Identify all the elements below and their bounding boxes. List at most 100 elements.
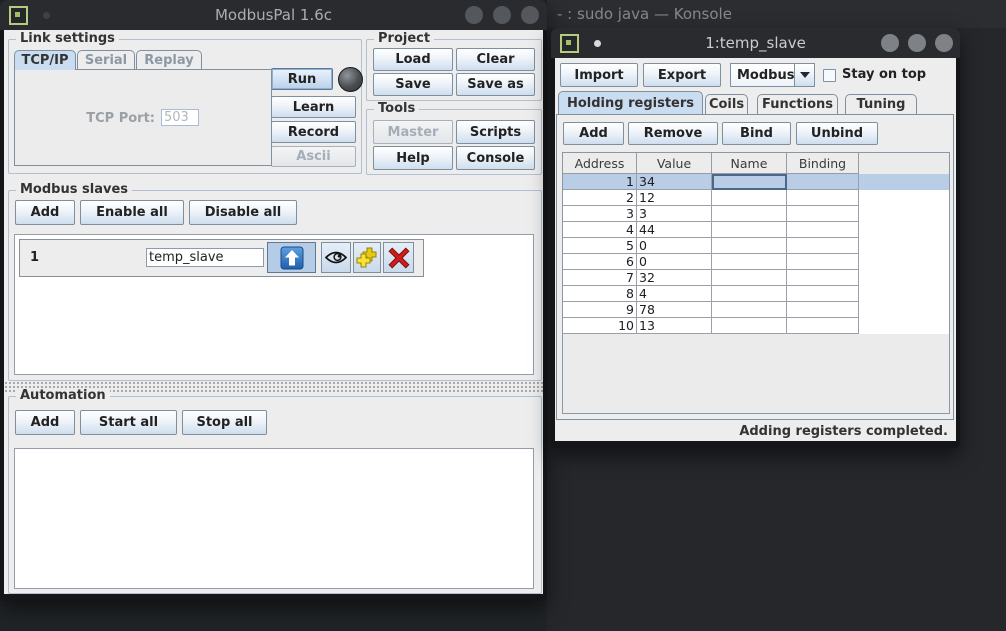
slave-delete-button[interactable] <box>383 242 414 273</box>
protocol-combobox[interactable]: Modbus <box>730 63 815 87</box>
table-row[interactable]: 732 <box>563 270 949 286</box>
col-header-value[interactable]: Value <box>637 153 712 174</box>
tab-coils[interactable]: Coils <box>705 94 748 114</box>
cell-name[interactable] <box>712 222 787 238</box>
table-row[interactable]: 84 <box>563 286 949 302</box>
window-menu-icon[interactable] <box>560 34 579 53</box>
cell-value[interactable]: 13 <box>637 318 712 334</box>
table-row[interactable]: 50 <box>563 238 949 254</box>
start-all-button[interactable]: Start all <box>80 410 177 435</box>
master-button[interactable]: Master <box>373 120 453 144</box>
tab-holding-registers[interactable]: Holding registers <box>558 91 703 114</box>
cell-value[interactable]: 78 <box>637 302 712 318</box>
cell-name[interactable] <box>712 286 787 302</box>
cell-value[interactable]: 0 <box>637 238 712 254</box>
cell-binding[interactable] <box>787 254 859 270</box>
minimize-button[interactable] <box>465 6 483 24</box>
register-bind-button[interactable]: Bind <box>722 122 791 145</box>
save-as-button[interactable]: Save as <box>456 73 535 96</box>
console-button[interactable]: Console <box>456 146 535 170</box>
cell-address[interactable]: 7 <box>563 270 637 286</box>
cell-name[interactable] <box>712 190 787 206</box>
learn-button[interactable]: Learn <box>271 96 356 118</box>
tab-functions[interactable]: Functions <box>757 94 838 114</box>
slave-name-input[interactable]: temp_slave <box>146 248 264 267</box>
close-button[interactable] <box>935 34 953 52</box>
modbuspal-titlebar[interactable]: ModbusPal 1.6c <box>0 0 547 30</box>
tcp-port-input[interactable]: 503 <box>161 109 199 126</box>
slave-row[interactable]: 1 temp_slave <box>19 239 424 277</box>
ascii-button[interactable]: Ascii <box>271 146 356 167</box>
register-unbind-button[interactable]: Unbind <box>796 122 878 145</box>
cell-binding[interactable] <box>787 222 859 238</box>
maximize-button[interactable] <box>908 34 926 52</box>
konsole-titlebar[interactable]: - : sudo java — Konsole <box>547 0 1006 28</box>
cell-name[interactable] <box>712 318 787 334</box>
stay-on-top-checkbox[interactable] <box>823 69 836 82</box>
cell-name[interactable] <box>712 254 787 270</box>
table-row[interactable]: 212 <box>563 190 949 206</box>
cell-name[interactable] <box>712 270 787 286</box>
tab-tuning[interactable]: Tuning <box>845 94 917 114</box>
table-row[interactable]: 134 <box>563 174 949 190</box>
tab-replay[interactable]: Replay <box>136 50 202 69</box>
run-button[interactable]: Run <box>271 68 333 90</box>
minimize-button[interactable] <box>881 34 899 52</box>
combobox-arrow-button[interactable] <box>794 64 814 86</box>
cell-name[interactable] <box>712 174 787 190</box>
cell-binding[interactable] <box>787 286 859 302</box>
enable-all-button[interactable]: Enable all <box>80 200 184 225</box>
clear-button[interactable]: Clear <box>456 48 535 71</box>
cell-name[interactable] <box>712 302 787 318</box>
disable-all-button[interactable]: Disable all <box>189 200 297 225</box>
table-row[interactable]: 1013 <box>563 318 949 334</box>
cell-address[interactable]: 9 <box>563 302 637 318</box>
export-button[interactable]: Export <box>643 63 721 87</box>
cell-value[interactable]: 3 <box>637 206 712 222</box>
scripts-button[interactable]: Scripts <box>456 120 535 144</box>
cell-address[interactable]: 4 <box>563 222 637 238</box>
table-row[interactable]: 444 <box>563 222 949 238</box>
table-row[interactable]: 33 <box>563 206 949 222</box>
col-header-address[interactable]: Address <box>563 153 637 174</box>
cell-name[interactable] <box>712 206 787 222</box>
tab-serial[interactable]: Serial <box>77 50 135 69</box>
cell-address[interactable]: 10 <box>563 318 637 334</box>
table-row[interactable]: 60 <box>563 254 949 270</box>
load-button[interactable]: Load <box>373 48 453 71</box>
import-button[interactable]: Import <box>560 63 638 87</box>
slave-editor-titlebar[interactable]: 1:temp_slave <box>551 28 960 58</box>
cell-address[interactable]: 3 <box>563 206 637 222</box>
tab-tcpip[interactable]: TCP/IP <box>14 50 76 70</box>
cell-value[interactable]: 34 <box>637 174 712 190</box>
slave-duplicate-button[interactable] <box>353 242 381 273</box>
col-header-binding[interactable]: Binding <box>787 153 859 174</box>
col-header-name[interactable]: Name <box>712 153 787 174</box>
cell-binding[interactable] <box>787 206 859 222</box>
record-button[interactable]: Record <box>271 121 356 143</box>
cell-address[interactable]: 2 <box>563 190 637 206</box>
cell-value[interactable]: 44 <box>637 222 712 238</box>
cell-value[interactable]: 32 <box>637 270 712 286</box>
cell-value[interactable]: 4 <box>637 286 712 302</box>
cell-value[interactable]: 0 <box>637 254 712 270</box>
cell-binding[interactable] <box>787 318 859 334</box>
cell-address[interactable]: 1 <box>563 174 637 190</box>
cell-binding[interactable] <box>787 174 859 190</box>
cell-binding[interactable] <box>787 270 859 286</box>
cell-binding[interactable] <box>787 190 859 206</box>
register-remove-button[interactable]: Remove <box>628 122 718 145</box>
maximize-button[interactable] <box>493 6 511 24</box>
close-button[interactable] <box>521 6 539 24</box>
table-row[interactable]: 978 <box>563 302 949 318</box>
cell-binding[interactable] <box>787 238 859 254</box>
slave-add-button[interactable]: Add <box>15 200 75 225</box>
stop-all-button[interactable]: Stop all <box>182 410 267 435</box>
slave-enable-toggle[interactable] <box>267 242 316 273</box>
register-add-button[interactable]: Add <box>563 122 624 145</box>
cell-value[interactable]: 12 <box>637 190 712 206</box>
cell-address[interactable]: 5 <box>563 238 637 254</box>
save-button[interactable]: Save <box>373 73 453 96</box>
cell-address[interactable]: 6 <box>563 254 637 270</box>
automation-add-button[interactable]: Add <box>15 410 75 435</box>
